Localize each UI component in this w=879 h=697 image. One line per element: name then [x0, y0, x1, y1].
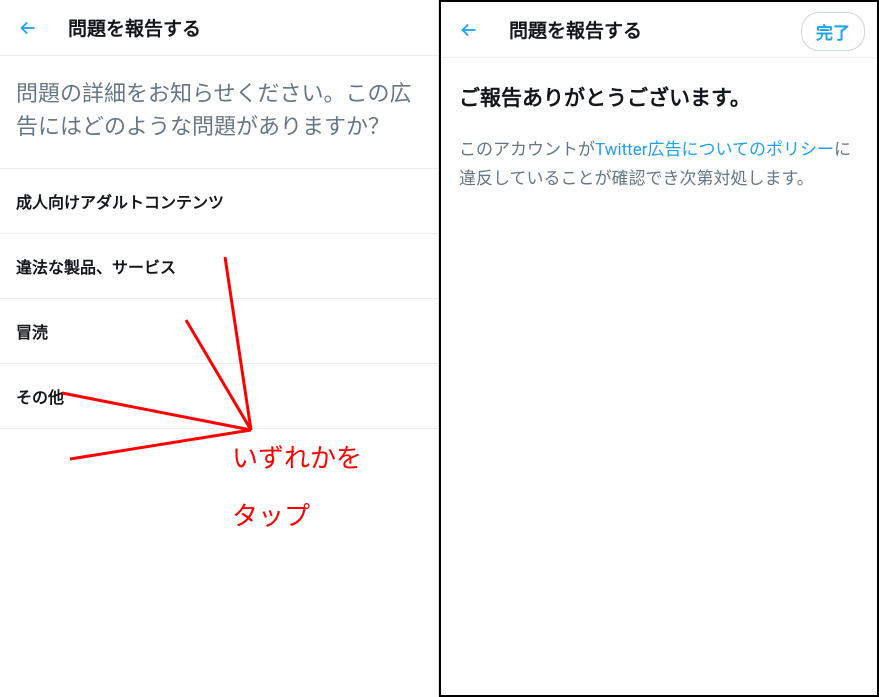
- option-other[interactable]: その他: [0, 364, 438, 429]
- header-title-right: 問題を報告する: [509, 16, 642, 43]
- report-prompt: 問題の詳細をお知らせください。この広告にはどのような問題がありますか？: [0, 56, 438, 169]
- option-adult-content[interactable]: 成人向けアダルトコンテンツ: [0, 169, 438, 234]
- report-option-list: 成人向けアダルトコンテンツ 違法な製品、サービス 冒涜 その他: [0, 169, 438, 429]
- thanks-body: このアカウントがTwitter広告についてのポリシーに違反していることが確認でき…: [441, 120, 877, 210]
- done-button[interactable]: 完了: [801, 12, 865, 51]
- thanks-heading: ご報告ありがとうございます。: [441, 58, 877, 120]
- annotation-text-line2: タップ: [232, 498, 310, 537]
- back-arrow-icon[interactable]: [457, 18, 481, 42]
- header-right: 問題を報告する 完了: [441, 2, 877, 58]
- annotation-text-line1: いずれかを: [232, 440, 362, 479]
- body-prefix: このアカウントが: [459, 140, 595, 160]
- header-left: 問題を報告する: [0, 0, 438, 56]
- option-illegal-products[interactable]: 違法な製品、サービス: [0, 234, 438, 299]
- policy-link[interactable]: Twitter広告についてのポリシー: [595, 140, 834, 160]
- header-title-left: 問題を報告する: [68, 14, 201, 41]
- report-confirmation-screen: 問題を報告する 完了 ご報告ありがとうございます。 このアカウントがTwitte…: [439, 0, 879, 697]
- report-options-screen: 問題を報告する 問題の詳細をお知らせください。この広告にはどのような問題がありま…: [0, 0, 439, 697]
- back-arrow-icon[interactable]: [16, 16, 40, 40]
- option-profanity[interactable]: 冒涜: [0, 299, 438, 364]
